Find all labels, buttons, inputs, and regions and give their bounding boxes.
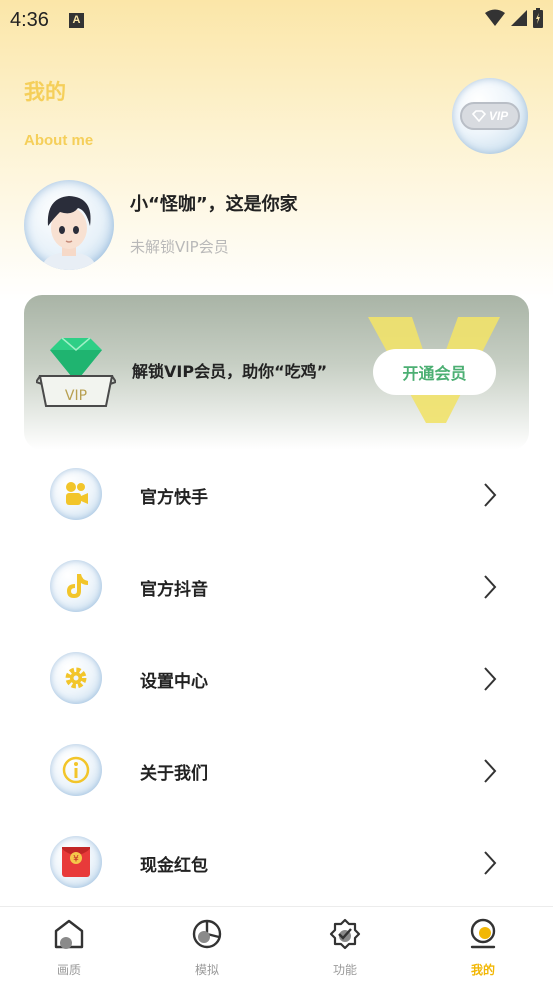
chevron-right-icon: [484, 483, 497, 507]
kuaishou-icon: [50, 468, 102, 520]
quality-icon: [54, 919, 84, 949]
avatar[interactable]: [24, 180, 114, 270]
vip-gem-icon: VIP: [36, 337, 116, 407]
simulate-icon: [192, 919, 222, 949]
profile-icon: [470, 918, 496, 949]
status-bar: 4:36 A: [0, 0, 553, 40]
chevron-right-icon: [484, 575, 497, 599]
tab-label-profile: 我的: [470, 963, 495, 977]
open-membership-button[interactable]: 开通会员: [373, 349, 496, 395]
bottom-tab-bar: 画质 模拟 功能 我的: [0, 906, 553, 983]
notification-icon: A: [68, 12, 84, 28]
douyin-icon: [50, 560, 102, 612]
svg-text:¥: ¥: [73, 855, 79, 865]
tab-quality[interactable]: 画质: [0, 907, 138, 983]
menu-label-kuaishou: 官方快手: [140, 488, 208, 508]
wifi-icon: [485, 9, 505, 26]
anime-avatar-image: [43, 196, 95, 270]
menu-item-kuaishou[interactable]: 官方快手: [0, 448, 553, 540]
status-icons: [485, 8, 543, 28]
tab-label-function: 功能: [332, 963, 357, 977]
menu-label-red-envelope: 现金红包: [140, 856, 208, 876]
vip-pill: VIP: [460, 102, 520, 130]
tab-label-quality: 画质: [56, 963, 81, 977]
battery-icon: [533, 8, 543, 28]
tab-simulate[interactable]: 模拟: [138, 907, 276, 983]
vip-status-text: 未解锁VIP会员: [130, 238, 229, 256]
menu-item-about[interactable]: 关于我们: [0, 724, 553, 816]
status-time: 4:36: [10, 8, 49, 31]
function-icon: [329, 918, 361, 950]
chevron-right-icon: [484, 667, 497, 691]
chevron-right-icon: [484, 759, 497, 783]
tab-label-simulate: 模拟: [194, 963, 219, 977]
vip-badge-label: VIP: [488, 109, 509, 123]
tab-profile[interactable]: 我的: [414, 907, 552, 983]
page-title: 我的: [24, 80, 66, 104]
tab-function[interactable]: 功能: [276, 907, 414, 983]
profile-name: 小“怪咖”，这是你家: [130, 194, 298, 215]
vip-badge-button[interactable]: VIP: [452, 78, 528, 154]
menu-item-red-envelope[interactable]: ¥ 现金红包: [0, 816, 553, 908]
vip-promo-text: 解锁VIP会员，助你“吃鸡”: [132, 362, 328, 381]
menu-label-douyin: 官方抖音: [140, 580, 208, 600]
red-envelope-icon: ¥: [50, 836, 102, 888]
settings-gear-icon: [50, 652, 102, 704]
menu-label-about: 关于我们: [140, 764, 208, 784]
page-subtitle: About me: [24, 132, 94, 149]
diamond-icon: [471, 110, 486, 122]
chevron-right-icon: [484, 851, 497, 875]
info-icon: [50, 744, 102, 796]
signal-icon: [511, 10, 527, 26]
menu-item-douyin[interactable]: 官方抖音: [0, 540, 553, 632]
menu-item-settings[interactable]: 设置中心: [0, 632, 553, 724]
gem-vip-label: VIP: [65, 388, 87, 404]
menu-label-settings: 设置中心: [140, 672, 208, 692]
